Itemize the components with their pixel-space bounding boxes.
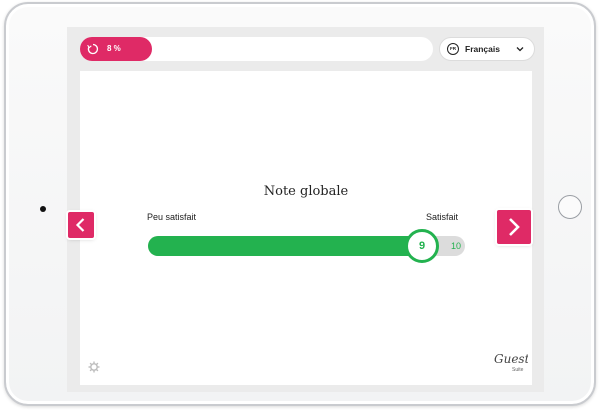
tablet-frame: 8 % FR Français Note globale Peu satisfa… [4,2,596,406]
gear-icon[interactable] [88,361,100,373]
rating-slider-thumb[interactable]: 9 [405,229,439,263]
language-select[interactable]: FR Français [439,37,535,61]
question-title: Note globale [263,184,349,199]
chevron-left-icon [75,218,85,232]
question-card: Note globale Peu satisfait Satisfait 10 … [80,71,532,385]
chevron-down-icon [516,47,524,52]
next-button[interactable] [497,210,531,244]
chat-bubble-icon: FR [447,43,459,55]
scale-low-label: Peu satisfait [147,212,197,222]
rating-slider-fill [148,236,422,256]
progress-label: 8 % [107,44,121,53]
brand-logo: Guest Suite [494,352,528,373]
app-screen: 8 % FR Français Note globale Peu satisfa… [67,27,544,392]
refresh-icon [87,43,99,55]
logo-text: Guest [494,352,528,366]
progress-bar: 8 % [80,37,433,61]
home-button [558,195,582,219]
previous-button[interactable] [68,212,94,238]
logo-subtext: Suite [512,367,524,373]
scale-high-label: Satisfait [426,212,459,222]
chevron-right-icon [509,218,520,236]
language-label: Français [465,44,500,54]
front-camera [40,206,46,212]
rating-max-label: 10 [450,241,461,251]
